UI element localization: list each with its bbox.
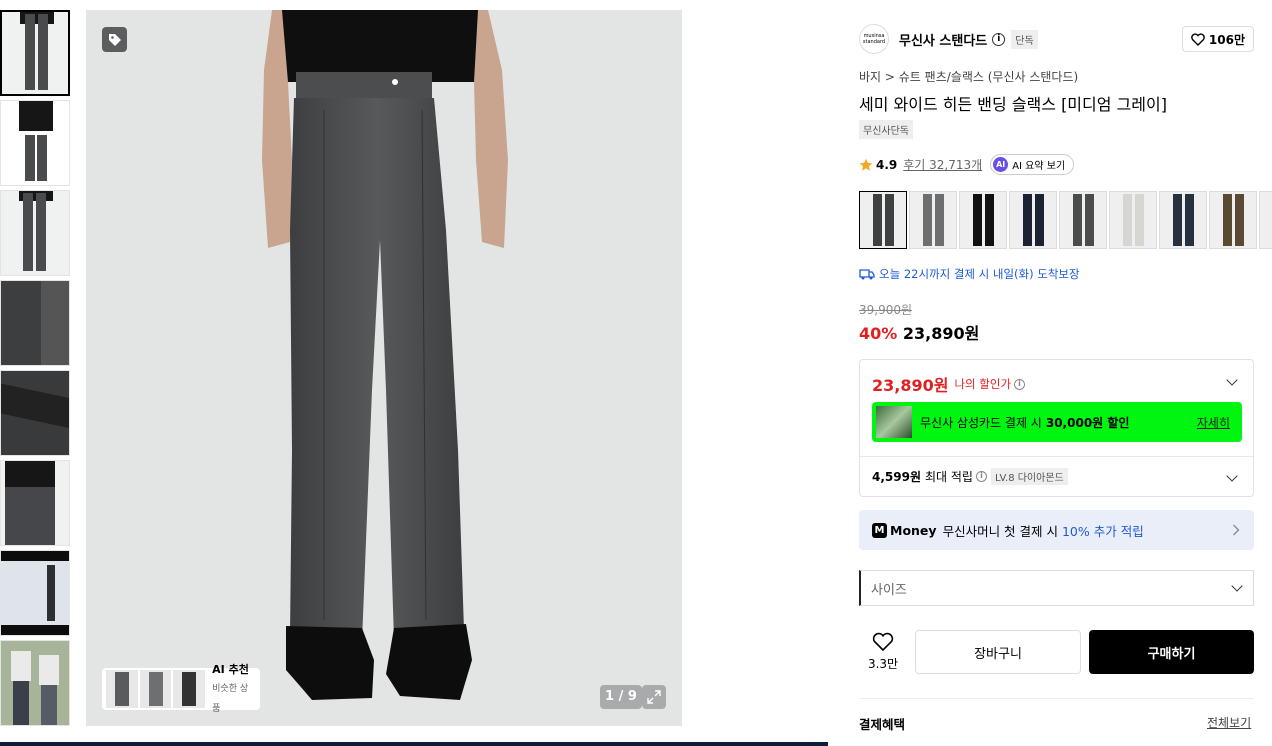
image-counter: 1 / 9 (600, 685, 642, 709)
ai-summary-label: AI 요약 보기 (1012, 161, 1066, 172)
thumbnail-4[interactable] (0, 280, 70, 366)
exclusive-tag: 단독 (1011, 29, 1038, 49)
member-level-badge: LV.8 다이아몬드 (990, 468, 1068, 485)
brand-like-button[interactable]: 106만 (1181, 26, 1254, 52)
card-promo-banner[interactable]: 무신사 삼성카드 결제 시 30,000원 할인 자세히 (872, 402, 1242, 442)
points-label: 최대 적립 (925, 470, 973, 484)
brand-like-count: 106만 (1208, 32, 1245, 47)
color-swatch-4[interactable] (1009, 191, 1057, 249)
divider (859, 698, 1254, 699)
review-link[interactable]: 후기 32,713개 (903, 156, 982, 173)
brand-logo[interactable]: musinsa standard (859, 24, 889, 54)
rating-row: 4.9 후기 32,713개 AI AI 요약 보기 (859, 154, 1075, 175)
color-swatch-9[interactable] (1259, 191, 1272, 249)
card-promo-amount: 30,000원 할인 (1045, 415, 1130, 430)
chevron-down-icon[interactable] (1226, 470, 1238, 482)
size-select[interactable]: 사이즈 (859, 570, 1254, 606)
view-all-link[interactable]: 전체보기 (1207, 714, 1251, 731)
expand-icon[interactable] (642, 685, 666, 709)
heart-icon (1191, 32, 1205, 46)
my-price-value: 23,890원 (872, 376, 949, 395)
thumbnail-list (0, 10, 71, 730)
ai-recommend-thumb-3 (173, 670, 206, 708)
ai-recommend-thumb-1 (106, 670, 138, 708)
discount-percent: 40% (859, 324, 898, 343)
info-icon[interactable]: i (1014, 378, 1026, 390)
bottom-bar (0, 742, 828, 746)
money-highlight: 10% 추가 적립 (1061, 523, 1144, 539)
product-info-panel: musinsa standard 무신사 스탠다드 i 단독 106만 바지 >… (845, 12, 1272, 746)
original-price: 39,900원 (859, 303, 913, 317)
heart-icon (872, 632, 894, 652)
sale-price: 23,890원 (902, 324, 980, 343)
ai-icon: AI (993, 157, 1009, 172)
rating-score: 4.9 (876, 157, 898, 172)
color-swatch-2[interactable] (909, 191, 957, 249)
sale-price-row: 40% 23,890원 (859, 320, 979, 344)
color-swatch-list (859, 191, 1272, 249)
thumbnail-2[interactable] (0, 100, 70, 186)
color-swatch-3[interactable] (959, 191, 1007, 249)
buy-now-button[interactable]: 구매하기 (1089, 630, 1254, 674)
star-icon (859, 158, 873, 171)
size-select-placeholder: 사이즈 (871, 582, 907, 598)
add-to-cart-button[interactable]: 장바구니 (915, 630, 1081, 674)
exclusive-badge: 무신사단독 (859, 120, 913, 139)
divider (860, 456, 1253, 457)
brand-name[interactable]: 무신사 스탠다드 (899, 30, 987, 49)
ai-recommend-thumb-2 (139, 670, 172, 708)
color-swatch-5[interactable] (1059, 191, 1107, 249)
chevron-down-icon[interactable] (1226, 374, 1238, 386)
thumbnail-5[interactable] (0, 370, 70, 456)
card-promo-text: 무신사 삼성카드 결제 시 (920, 415, 1042, 430)
breadcrumb[interactable]: 바지 > 슈트 팬츠/슬랙스 (무신사 스탠다드) (859, 68, 1078, 85)
chevron-down-icon (1231, 580, 1243, 592)
musinsa-money-banner[interactable]: M Money 무신사머니 첫 결제 시 10% 추가 적립 (859, 510, 1254, 550)
info-icon[interactable]: i (975, 471, 987, 482)
benefit-box: 23,890원 나의 할인가 i 무신사 삼성카드 결제 시 30,000원 할… (859, 359, 1254, 497)
points-amount: 4,599원 (872, 470, 921, 484)
product-photo (262, 10, 508, 700)
color-swatch-8[interactable] (1209, 191, 1257, 249)
money-brand: Money (890, 522, 937, 538)
thumbnail-1[interactable] (0, 10, 70, 96)
chevron-right-icon (1233, 524, 1240, 536)
my-price-row[interactable]: 23,890원 나의 할인가 i (872, 372, 1026, 396)
product-like-count: 3.3만 (867, 657, 899, 671)
tag-icon[interactable] (102, 27, 127, 52)
product-like-button[interactable]: 3.3만 (865, 632, 901, 672)
ai-recommend-title: AI 추천 (212, 663, 249, 677)
delivery-info: 오늘 22시까지 결제 시 내일(화) 도착보장 (859, 266, 1080, 282)
thumbnail-7[interactable] (0, 550, 70, 636)
delivery-text: 오늘 22시까지 결제 시 내일(화) 도착보장 (879, 267, 1080, 281)
color-swatch-1[interactable] (859, 191, 907, 249)
thumbnail-8[interactable] (0, 640, 70, 726)
card-promo-image (876, 406, 912, 438)
card-promo-detail-link[interactable]: 자세히 (1197, 414, 1230, 431)
thumbnail-6[interactable] (0, 460, 70, 546)
ai-recommend-subtitle: 비슷한 상품 (212, 684, 249, 714)
truck-icon (859, 269, 875, 280)
info-icon[interactable]: i (992, 32, 1006, 46)
payment-benefit-heading: 결제혜택 (859, 717, 906, 732)
color-swatch-6[interactable] (1109, 191, 1157, 249)
thumbnail-3[interactable] (0, 190, 70, 276)
money-text: 무신사머니 첫 결제 시 (942, 523, 1058, 539)
my-price-label: 나의 할인가 (954, 377, 1012, 391)
main-product-image[interactable]: AI 추천 비슷한 상품 1 / 9 (86, 10, 682, 726)
brand-row: musinsa standard 무신사 스탠다드 i 단독 106만 (859, 24, 1254, 54)
ai-summary-button[interactable]: AI AI 요약 보기 (990, 154, 1075, 175)
product-title: 세미 와이드 히든 밴딩 슬랙스 [미디엄 그레이] (859, 95, 1167, 114)
ai-recommend-card[interactable]: AI 추천 비슷한 상품 (102, 663, 260, 714)
money-icon: M (872, 522, 887, 538)
points-row[interactable]: 4,599원 최대 적립 i LV.8 다이아몬드 (872, 468, 1068, 485)
color-swatch-7[interactable] (1159, 191, 1207, 249)
